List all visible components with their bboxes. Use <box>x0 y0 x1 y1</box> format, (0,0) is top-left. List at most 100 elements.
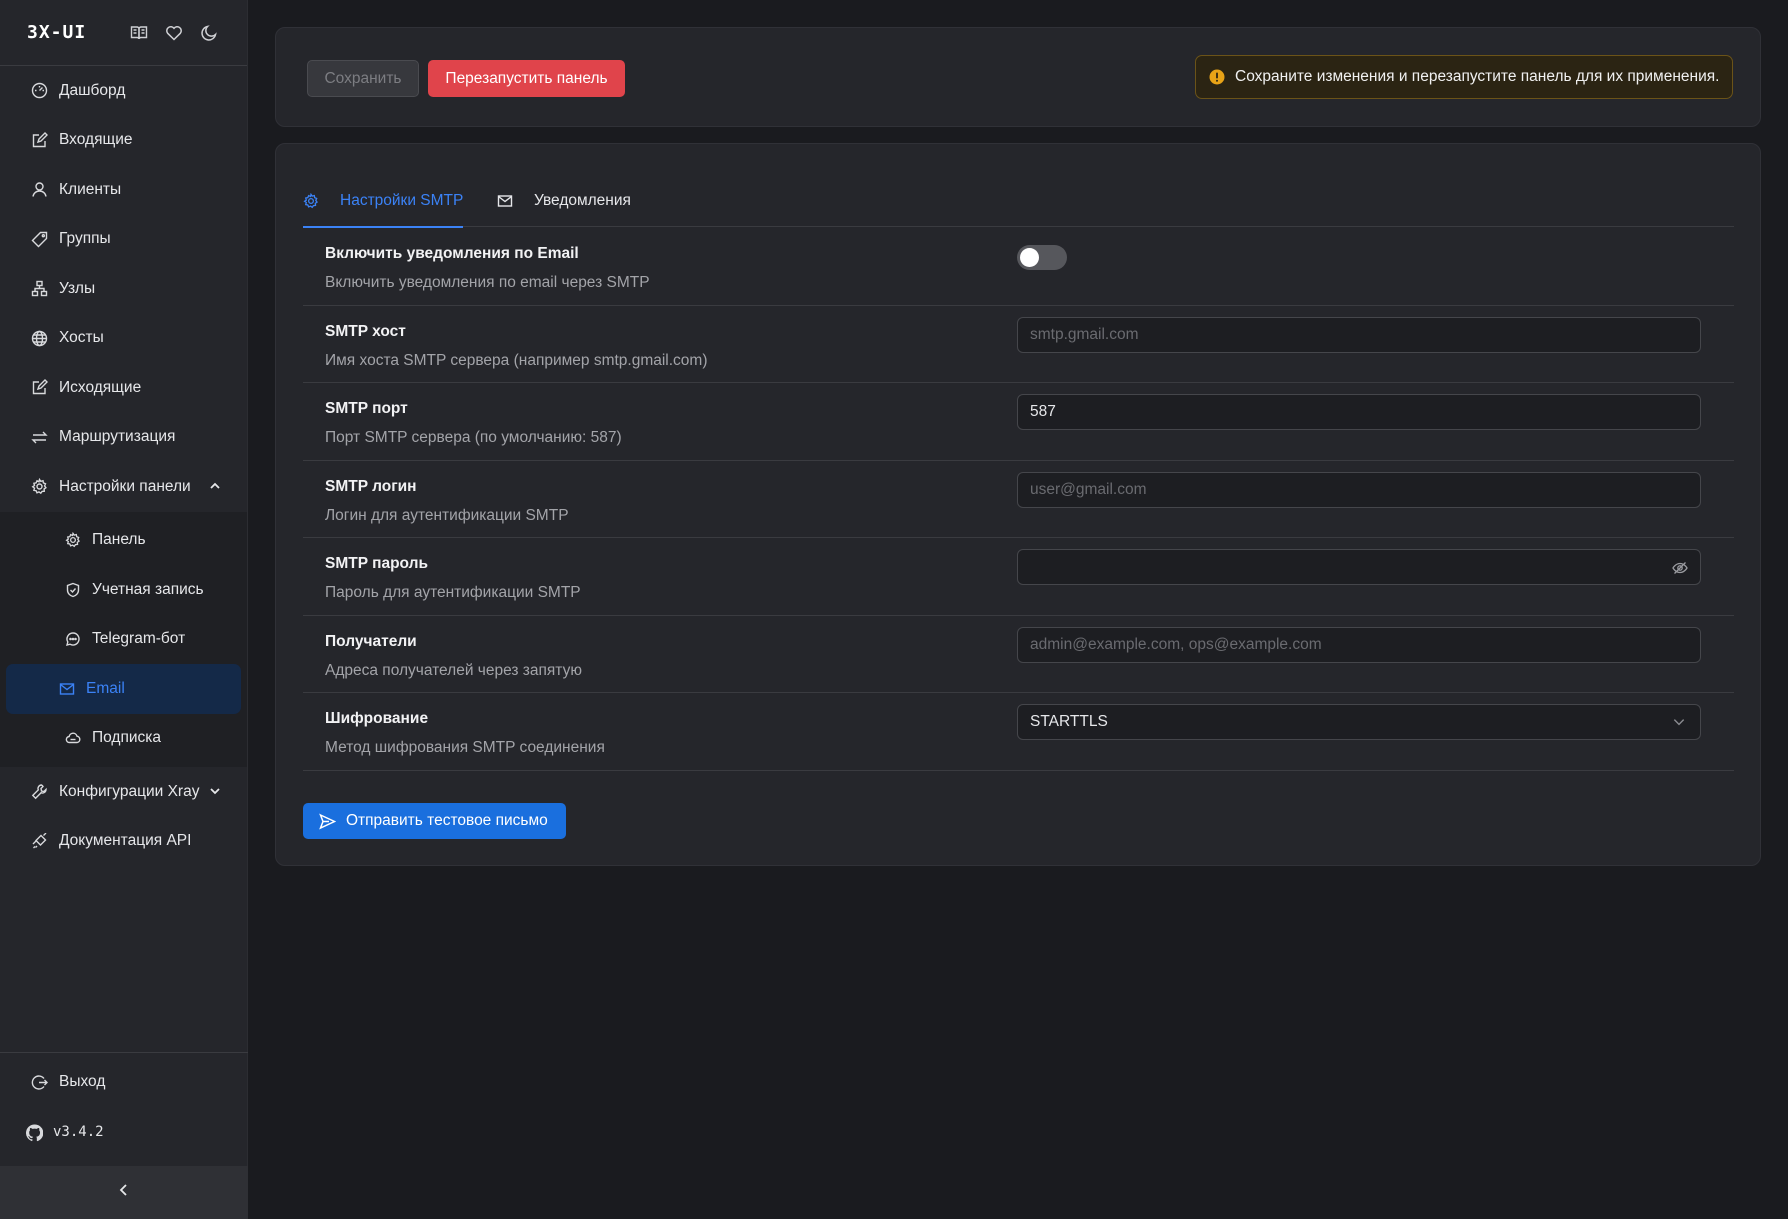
sidebar-item-label: Клиенты <box>59 180 122 198</box>
alert-text: Сохраните изменения и перезапустите пане… <box>1235 68 1720 85</box>
sidebar-item-label: Дашборд <box>59 81 126 99</box>
sidebar-nav: Дашборд Входящие Клиенты Группы Узлы Хос… <box>0 66 247 866</box>
sidebar-item-xray-config[interactable]: Конфигурации Xray <box>0 767 247 817</box>
cluster-icon <box>31 280 48 297</box>
send-icon <box>319 813 336 830</box>
setting-title: Получатели <box>325 632 417 650</box>
globe-icon <box>31 330 48 347</box>
setting-row-password: SMTP пароль Пароль для аутентификации SM… <box>303 538 1734 616</box>
sidebar-item-clients[interactable]: Клиенты <box>0 165 247 215</box>
setting-row-recipients: Получатели Адреса получателей через запя… <box>303 616 1734 693</box>
api-icon <box>31 832 48 850</box>
smtp-host-input[interactable]: smtp.gmail.com <box>1017 316 1701 353</box>
chat-icon <box>65 631 81 647</box>
sidebar-subitem-telegram[interactable]: Telegram-бот <box>6 615 241 665</box>
chevron-left-icon <box>117 1183 131 1202</box>
setting-description: Имя хоста SMTP сервера (например smtp.gm… <box>325 351 708 369</box>
sidebar-item-panel-settings[interactable]: Настройки панели <box>0 462 247 512</box>
sidebar: 3X-UI Дашборд Входящие Клиенты Группы Уз… <box>0 0 248 1219</box>
sidebar-subitem-label: Учетная запись <box>92 580 204 598</box>
sidebar-item-label: Маршрутизация <box>59 428 176 446</box>
sidebar-subitem-panel[interactable]: Панель <box>6 516 241 566</box>
gear-icon <box>31 478 48 495</box>
sidebar-item-hosts[interactable]: Хосты <box>0 314 247 364</box>
version-link[interactable]: v3.4.2 <box>0 1107 248 1157</box>
logout-button[interactable]: Выход <box>0 1057 248 1107</box>
brand-header: 3X-UI <box>0 0 247 66</box>
setting-description: Метод шифрования SMTP соединения <box>325 739 605 756</box>
moon-icon[interactable] <box>200 24 218 42</box>
sidebar-item-label: Хосты <box>59 329 104 347</box>
edit-icon <box>31 379 48 396</box>
gear-icon <box>65 532 81 548</box>
smtp-login-input[interactable]: user@gmail.com <box>1017 471 1701 508</box>
user-icon <box>31 181 48 198</box>
logout-label: Выход <box>59 1073 106 1090</box>
setting-row-port: SMTP порт Порт SMTP сервера (по умолчани… <box>303 383 1734 461</box>
logout-icon <box>31 1074 48 1091</box>
tab-notifications[interactable]: Уведомления <box>497 174 631 227</box>
restart-panel-button[interactable]: Перезапустить панель <box>428 60 625 97</box>
email-settings-card: Настройки SMTP Уведомления Включить увед… <box>275 143 1761 866</box>
book-icon[interactable] <box>130 24 148 42</box>
settings-tabs: Настройки SMTP Уведомления <box>303 174 1734 228</box>
setting-row-host: SMTP хост Имя хоста SMTP сервера (наприм… <box>303 306 1734 383</box>
sidebar-subitem-account[interactable]: Учетная запись <box>6 565 241 615</box>
sidebar-subitem-label: Подписка <box>92 729 162 747</box>
setting-title: SMTP пароль <box>325 555 428 572</box>
sidebar-item-label: Узлы <box>59 279 96 297</box>
sidebar-item-groups[interactable]: Группы <box>0 215 247 265</box>
sidebar-item-label: Настройки панели <box>59 477 191 495</box>
swap-icon <box>31 429 48 446</box>
sidebar-item-dashboard[interactable]: Дашборд <box>0 66 247 116</box>
sidebar-subitem-label: Панель <box>92 531 146 549</box>
setting-row-enable: Включить уведомления по Email Включить у… <box>303 228 1734 306</box>
panel-settings-submenu: Панель Учетная запись Telegram-бот Email… <box>0 511 247 767</box>
sidebar-subitem-email[interactable]: Email <box>6 664 241 714</box>
tab-label: Настройки SMTP <box>340 191 464 209</box>
sidebar-item-api-docs[interactable]: Документация API <box>0 817 247 867</box>
encryption-select-value: STARTTLS <box>1030 713 1108 730</box>
settings-list: Включить уведомления по Email Включить у… <box>303 228 1734 771</box>
setting-description: Порт SMTP сервера (по умолчанию: 587) <box>325 429 622 446</box>
eye-invisible-icon[interactable] <box>1672 560 1688 576</box>
collapse-sidebar-button[interactable] <box>0 1166 248 1219</box>
recipients-input[interactable]: admin@example.com, ops@example.com <box>1017 626 1701 663</box>
tag-icon <box>31 231 48 248</box>
save-button[interactable]: Сохранить <box>307 60 419 97</box>
version-label: v3.4.2 <box>53 1124 104 1140</box>
setting-title: SMTP логин <box>325 477 417 495</box>
tool-icon <box>31 783 48 800</box>
shield-icon <box>65 582 81 598</box>
enable-email-toggle[interactable] <box>1017 245 1067 270</box>
sidebar-item-label: Входящие <box>59 131 133 149</box>
chevron-down-icon <box>1672 715 1688 731</box>
sidebar-item-inbounds[interactable]: Входящие <box>0 116 247 166</box>
setting-description: Адреса получателей через запятую <box>325 661 582 679</box>
smtp-port-input[interactable]: 587 <box>1017 394 1701 430</box>
setting-description: Пароль для аутентификации SMTP <box>325 584 581 601</box>
sidebar-item-label: Конфигурации Xray <box>59 782 200 800</box>
gear-icon <box>303 192 319 209</box>
sidebar-item-outbounds[interactable]: Исходящие <box>0 363 247 413</box>
smtp-password-input[interactable] <box>1017 549 1701 585</box>
exclamation-circle-icon <box>1209 69 1225 85</box>
tab-label: Уведомления <box>534 191 631 209</box>
setting-description: Логин для аутентификации SMTP <box>325 506 569 524</box>
sidebar-subitem-subscription[interactable]: Подписка <box>6 714 241 764</box>
edit-icon <box>31 131 48 149</box>
heart-icon[interactable] <box>165 24 183 42</box>
sidebar-item-routing[interactable]: Маршрутизация <box>0 413 247 463</box>
encryption-select[interactable]: STARTTLS <box>1017 704 1701 740</box>
sidebar-subitem-label: Email <box>86 679 125 697</box>
sidebar-item-label: Документация API <box>59 832 192 850</box>
sidebar-item-nodes[interactable]: Узлы <box>0 264 247 314</box>
chevron-down-icon <box>209 785 221 797</box>
brand-icons <box>130 24 218 42</box>
setting-title: SMTP порт <box>325 400 408 417</box>
restart-warning-alert: Сохраните изменения и перезапустите пане… <box>1195 55 1733 99</box>
send-test-email-button[interactable]: Отправить тестовое письмо <box>303 803 566 839</box>
setting-description: Включить уведомления по email через SMTP <box>325 274 650 291</box>
tab-smtp-settings[interactable]: Настройки SMTP <box>303 174 464 228</box>
mail-icon <box>59 681 75 697</box>
